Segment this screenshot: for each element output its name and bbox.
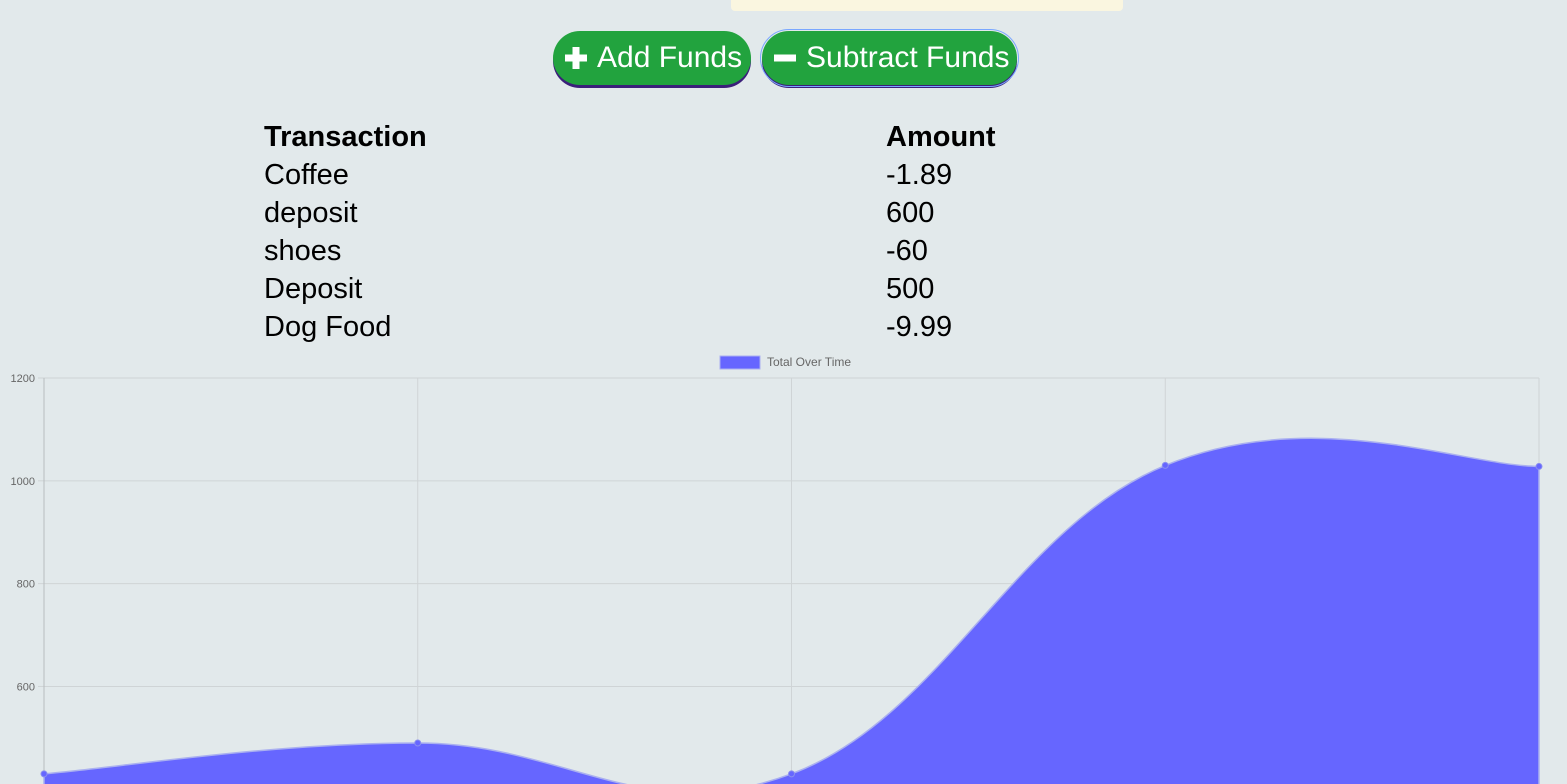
subtract-funds-button[interactable]: Subtract Funds — [760, 29, 1019, 87]
table-header-row: Transaction Amount — [264, 118, 996, 156]
table-row: deposit 600 — [264, 194, 996, 232]
table-row: Deposit 500 — [264, 270, 996, 308]
transaction-amount: 500 — [886, 272, 935, 305]
transaction-name: Coffee — [264, 158, 349, 191]
transaction-name: deposit — [264, 196, 358, 229]
header-transaction: Transaction — [264, 120, 427, 153]
transaction-amount: -1.89 — [886, 158, 953, 191]
transaction-amount: 600 — [886, 196, 935, 229]
table-row: shoes -60 — [264, 232, 996, 270]
plus-icon — [563, 45, 589, 71]
transaction-amount: -9.99 — [886, 310, 953, 343]
transaction-name: shoes — [264, 234, 342, 267]
data-point — [1535, 462, 1543, 470]
add-funds-label: Add Funds — [597, 41, 743, 74]
data-point — [788, 770, 795, 778]
transaction-name: Deposit — [264, 272, 363, 305]
legend-label: Total Over Time — [767, 355, 851, 369]
table-row: Coffee -1.89 — [264, 156, 996, 194]
add-funds-button[interactable]: Add Funds — [553, 31, 751, 85]
top-banner — [731, 0, 1123, 11]
data-point — [1161, 461, 1169, 469]
transactions-table: Transaction Amount Coffee -1.89 deposit … — [264, 118, 996, 346]
transaction-name: Dog Food — [264, 310, 392, 343]
y-tick-label: 800 — [17, 579, 35, 591]
transaction-amount: -60 — [886, 234, 928, 267]
subtract-funds-label: Subtract Funds — [806, 41, 1010, 74]
y-tick-label: 1200 — [11, 373, 35, 385]
legend-swatch — [719, 355, 761, 370]
y-tick-label: 600 — [17, 681, 35, 693]
table-row: Dog Food -9.99 — [264, 308, 996, 346]
data-point — [40, 770, 48, 778]
total-over-time-chart: 600 800 1000 1200 Total Over Time — [11, 355, 1543, 784]
data-point — [414, 739, 422, 747]
minus-icon — [772, 45, 798, 71]
y-tick-label: 1000 — [11, 476, 35, 488]
header-amount: Amount — [886, 120, 996, 153]
